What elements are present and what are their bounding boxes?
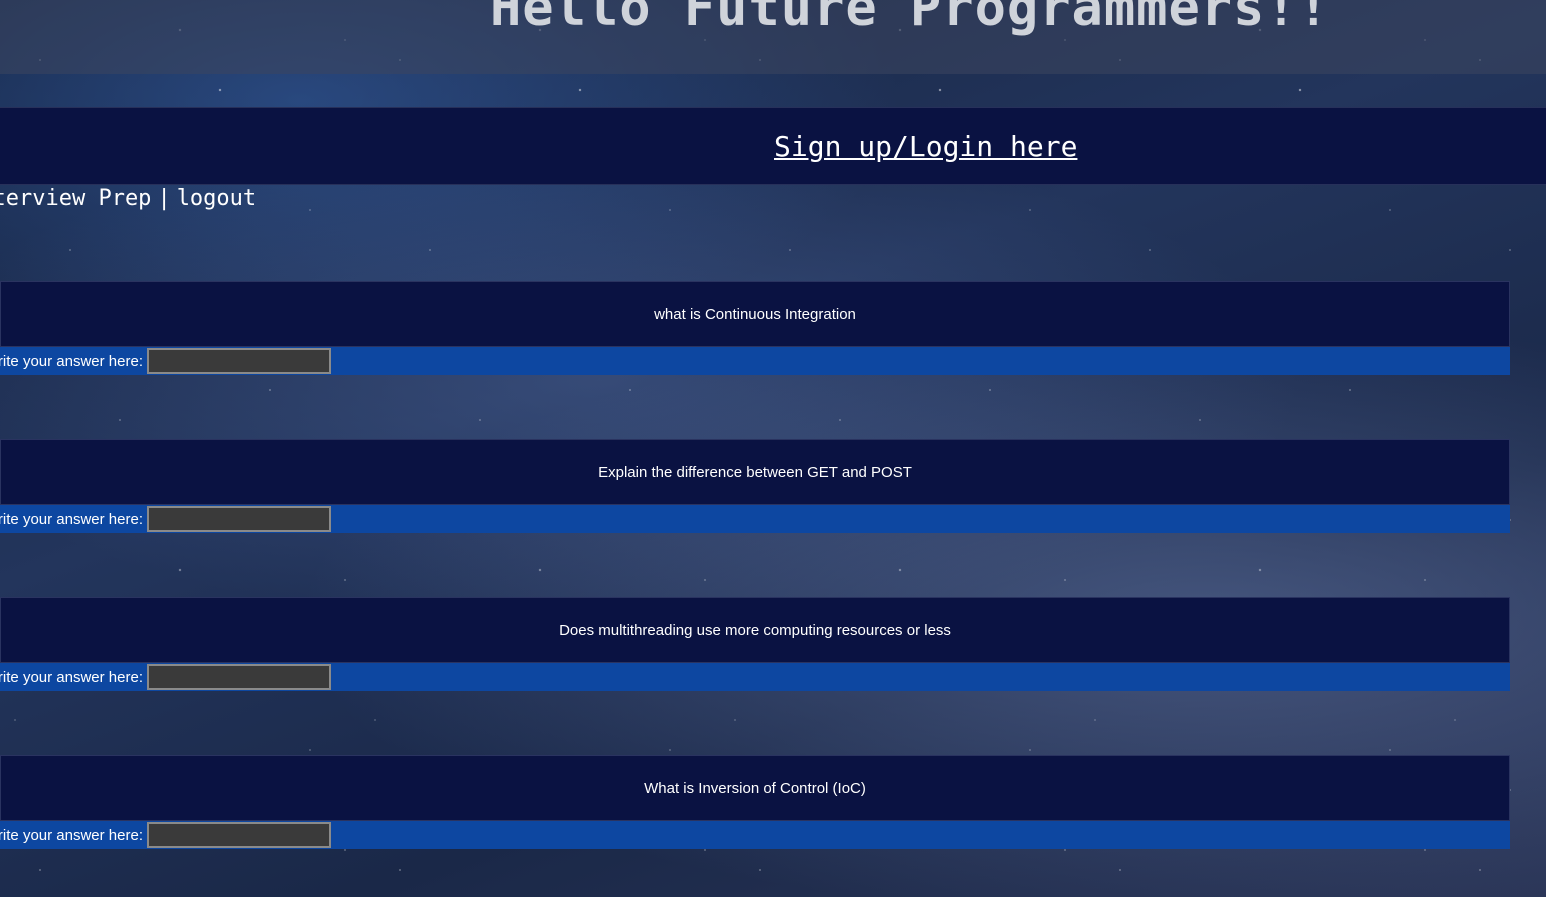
question-card: Explain the difference between GET and P… xyxy=(0,439,1510,533)
question-text: Explain the difference between GET and P… xyxy=(0,439,1510,505)
answer-row: Write your answer here: xyxy=(0,663,1510,691)
answer-input[interactable] xyxy=(147,664,331,690)
question-card: What is Inversion of Control (IoC) Write… xyxy=(0,755,1510,849)
nav-interview-prep-link[interactable]: Interview Prep xyxy=(0,186,151,211)
question-text: What is Inversion of Control (IoC) xyxy=(0,755,1510,821)
page-title: Hello Future Programmers!! xyxy=(490,0,1330,38)
answer-label: Write your answer here: xyxy=(0,353,143,370)
question-card: what is Continuous Integration Write you… xyxy=(0,281,1510,375)
login-bar: Sign up/Login here xyxy=(0,107,1546,185)
answer-input[interactable] xyxy=(147,348,331,374)
nav-separator: | xyxy=(157,186,171,211)
question-text: Does multithreading use more computing r… xyxy=(0,597,1510,663)
answer-row: Write your answer here: xyxy=(0,505,1510,533)
answer-label: Write your answer here: xyxy=(0,669,143,686)
answer-input[interactable] xyxy=(147,822,331,848)
header: Hello Future Programmers!! xyxy=(0,0,1546,74)
logout-link[interactable]: logout xyxy=(177,186,256,211)
nav-bar: Interview Prep|logout xyxy=(0,186,256,211)
answer-row: Write your answer here: xyxy=(0,821,1510,849)
answer-input[interactable] xyxy=(147,506,331,532)
answer-label: Write your answer here: xyxy=(0,511,143,528)
question-card: Does multithreading use more computing r… xyxy=(0,597,1510,691)
login-link[interactable]: Sign up/Login here xyxy=(774,130,1077,163)
answer-label: Write your answer here: xyxy=(0,827,143,844)
question-text: what is Continuous Integration xyxy=(0,281,1510,347)
answer-row: Write your answer here: xyxy=(0,347,1510,375)
